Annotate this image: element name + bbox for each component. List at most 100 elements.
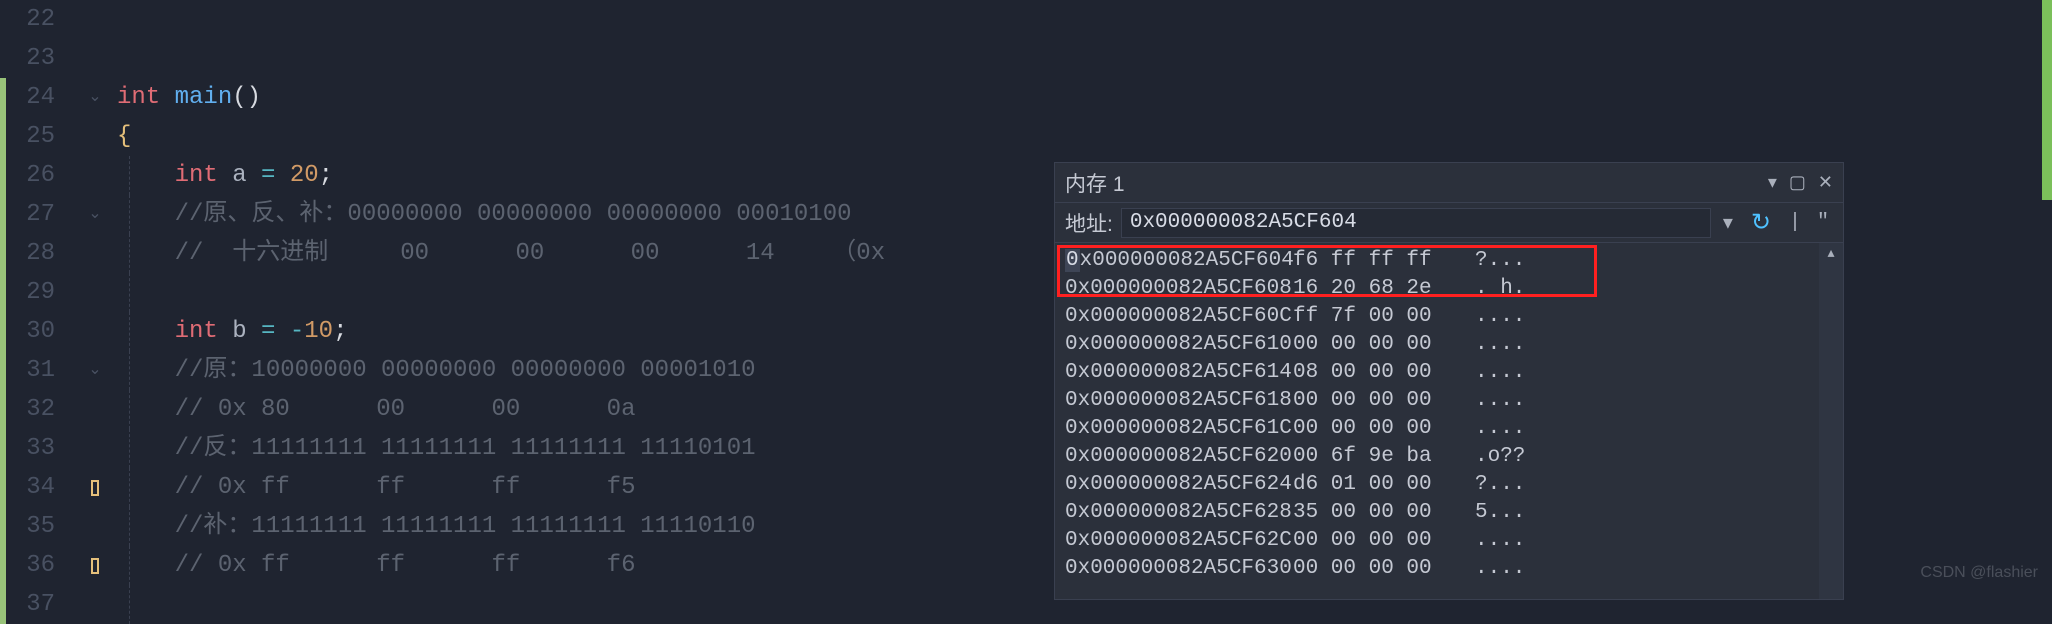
line-number: 27 [0, 195, 55, 234]
breakpoint-marker[interactable] [91, 558, 99, 574]
line-number: 29 [0, 273, 55, 312]
line-number: 34 [0, 468, 55, 507]
code-token: 20 [290, 162, 319, 189]
code-token [117, 318, 175, 345]
fold-caret-icon[interactable]: ⌄ [88, 78, 101, 117]
marker-cell: ⌄ [75, 78, 115, 117]
close-icon[interactable]: ✕ [1818, 172, 1833, 194]
line-number: 26 [0, 156, 55, 195]
memory-address: 0x000000082A5CF610 [1065, 331, 1285, 359]
code-token: 10 [304, 318, 333, 345]
fold-caret-icon[interactable]: ⌄ [88, 351, 101, 390]
marker-cell [75, 390, 115, 429]
code-line[interactable] [115, 39, 2052, 78]
breakpoint-marker[interactable] [91, 480, 99, 496]
indent-guide [129, 234, 130, 273]
code-line[interactable]: { [115, 117, 2052, 156]
line-number: 28 [0, 234, 55, 273]
memory-address: 0x000000082A5CF618 [1065, 387, 1285, 415]
memory-bytes: 00 00 00 00 [1293, 527, 1463, 555]
marker-cell [75, 312, 115, 351]
code-token: - [290, 318, 304, 345]
code-token [117, 552, 175, 579]
memory-row[interactable]: 0x000000082A5CF63000 00 00 00.... [1065, 555, 1833, 583]
code-token: // 0x ff ff ff f5 [175, 474, 636, 501]
memory-scrollbar[interactable]: ▴ [1819, 243, 1843, 599]
memory-titlebar[interactable]: 内存 1 ▾ ▢ ✕ [1055, 163, 1843, 203]
memory-row[interactable]: 0x000000082A5CF62000 6f 9e ba.o?? [1065, 443, 1833, 471]
memory-ascii: .... [1475, 359, 1525, 387]
scroll-up-icon[interactable]: ▴ [1819, 243, 1843, 265]
code-token: = [261, 318, 275, 345]
maximize-icon[interactable]: ▢ [1789, 172, 1806, 194]
indent-guide [129, 468, 130, 507]
code-line[interactable] [115, 0, 2052, 39]
marker-cell [75, 546, 115, 585]
memory-row[interactable]: 0x000000082A5CF60816 20 68 2e. h. [1065, 275, 1833, 303]
code-token: // 十六进制 00 00 00 14 （0x [175, 240, 900, 267]
memory-ascii: .... [1475, 331, 1525, 359]
memory-address: 0x000000082A5CF61C [1065, 415, 1285, 443]
address-input[interactable] [1121, 208, 1711, 238]
memory-body[interactable]: 0x000000082A5CF604f6 ff ff ff?...0x00000… [1055, 243, 1843, 583]
memory-bytes: ff 7f 00 00 [1293, 303, 1463, 331]
code-token [117, 201, 175, 228]
memory-row[interactable]: 0x000000082A5CF62C00 00 00 00.... [1065, 527, 1833, 555]
memory-ascii: .... [1475, 415, 1525, 443]
memory-bytes: 16 20 68 2e [1293, 275, 1463, 303]
fold-caret-icon[interactable]: ⌄ [88, 195, 101, 234]
line-number: 35 [0, 507, 55, 546]
indent-guide [129, 195, 130, 234]
code-token [117, 357, 175, 384]
memory-ascii: . h. [1475, 275, 1525, 303]
line-number: 23 [0, 39, 55, 78]
marker-cell [75, 585, 115, 624]
marker-cell [75, 117, 115, 156]
code-token: int [175, 318, 218, 345]
marker-cell [75, 0, 115, 39]
marker-cell [75, 156, 115, 195]
memory-row[interactable]: 0x000000082A5CF62835 00 00 005... [1065, 499, 1833, 527]
selected-char: 0 [1065, 249, 1080, 272]
memory-window: 内存 1 ▾ ▢ ✕ 地址: ▾ ↻ | " 0x000000082A5CF60… [1054, 162, 1844, 600]
memory-address: 0x000000082A5CF604 [1065, 247, 1285, 275]
memory-row[interactable]: 0x000000082A5CF61800 00 00 00.... [1065, 387, 1833, 415]
code-token: main [175, 84, 233, 111]
marker-cell [75, 234, 115, 273]
line-number: 36 [0, 546, 55, 585]
code-token: //原、反、补：00000000 00000000 00000000 00010… [175, 201, 852, 228]
indent-guide [129, 390, 130, 429]
line-number: 33 [0, 429, 55, 468]
memory-row[interactable]: 0x000000082A5CF61000 00 00 00.... [1065, 331, 1833, 359]
address-label: 地址: [1065, 208, 1113, 238]
line-number-gutter: 22232425262728293031323334353637 [0, 0, 75, 588]
code-token: //原：10000000 00000000 00000000 00001010 [175, 357, 756, 384]
code-token [117, 513, 175, 540]
quote-icon[interactable]: " [1813, 211, 1833, 234]
marker-cell [75, 39, 115, 78]
address-dropdown-icon[interactable]: ▾ [1719, 210, 1737, 236]
memory-row[interactable]: 0x000000082A5CF604f6 ff ff ff?... [1065, 247, 1833, 275]
memory-ascii: .... [1475, 387, 1525, 415]
memory-bytes: d6 01 00 00 [1293, 471, 1463, 499]
marker-cell: ⌄ [75, 351, 115, 390]
indent-guide [129, 351, 130, 390]
refresh-icon[interactable]: ↻ [1745, 208, 1777, 238]
memory-address: 0x000000082A5CF60C [1065, 303, 1285, 331]
memory-row[interactable]: 0x000000082A5CF61C00 00 00 00.... [1065, 415, 1833, 443]
memory-row[interactable]: 0x000000082A5CF624d6 01 00 00?... [1065, 471, 1833, 499]
code-line[interactable]: int main() [115, 78, 2052, 117]
memory-title: 内存 1 [1065, 168, 1768, 198]
code-token [275, 162, 289, 189]
code-token: ; [333, 318, 347, 345]
memory-address: 0x000000082A5CF614 [1065, 359, 1285, 387]
memory-bytes: f6 ff ff ff [1293, 247, 1463, 275]
memory-row[interactable]: 0x000000082A5CF60Cff 7f 00 00.... [1065, 303, 1833, 331]
dropdown-icon[interactable]: ▾ [1768, 172, 1777, 194]
code-token [117, 435, 175, 462]
code-token [117, 474, 175, 501]
memory-address: 0x000000082A5CF624 [1065, 471, 1285, 499]
code-token: { [117, 123, 131, 150]
indent-guide [129, 507, 130, 546]
memory-row[interactable]: 0x000000082A5CF61408 00 00 00.... [1065, 359, 1833, 387]
